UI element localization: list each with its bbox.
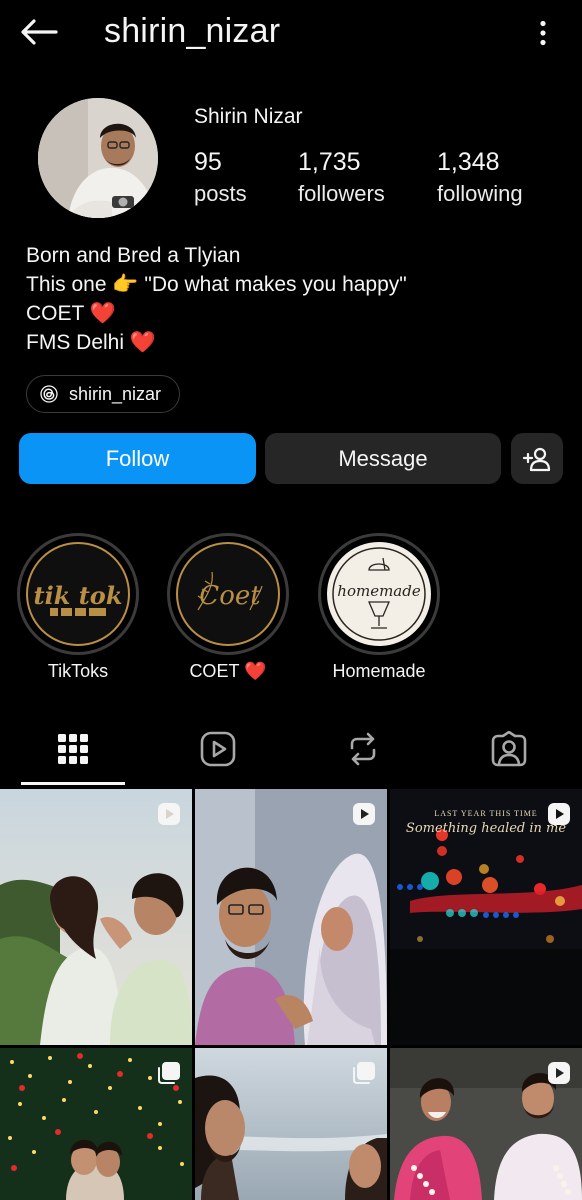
threads-profile-link[interactable]: shirin_nizar: [26, 375, 181, 413]
profile-full-name: Shirin Nizar: [194, 105, 303, 128]
post-tile[interactable]: [390, 1048, 582, 1200]
tab-tagged[interactable]: [457, 716, 561, 782]
highlight-cover-ring: Coet: [167, 533, 289, 655]
highlight-tiktoks[interactable]: tik tok TikToks: [17, 533, 139, 682]
add-user-icon: [522, 447, 551, 471]
highlight-label: Homemade: [332, 661, 426, 681]
followers-count[interactable]: 1,735 followers: [298, 148, 385, 207]
bio-line: FMS Delhi ❤️: [26, 328, 407, 357]
bio-line: This one 👉 "Do what makes you happy": [26, 270, 407, 299]
highlight-cover: tik tok: [26, 542, 130, 646]
arrow-left-icon: [21, 19, 58, 45]
bio-line-text: This one 👉 "Do what makes you happy": [26, 273, 407, 296]
highlight-cover-ring: homemade: [318, 533, 440, 655]
grid-icon: [58, 734, 88, 764]
posts-count-label: posts: [194, 181, 247, 206]
followers-count-label: followers: [298, 181, 385, 206]
post-tile[interactable]: LAST YEAR THIS TIME Something healed in …: [390, 789, 582, 1045]
more-vertical-icon: [540, 20, 546, 46]
highlight-cover: Coet: [176, 542, 280, 646]
highlight-label: COET ❤️: [167, 661, 289, 682]
post-tile[interactable]: [195, 1048, 387, 1200]
tab-reels[interactable]: [166, 716, 270, 782]
posts-count[interactable]: 95 posts: [194, 148, 247, 207]
carousel-badge-icon: [353, 1062, 375, 1084]
tab-reposts[interactable]: [311, 716, 415, 782]
highlight-homemade[interactable]: homemade Homemade: [318, 533, 440, 682]
highlight-cover: homemade: [327, 542, 431, 646]
highlight-cover-ring: tik tok: [17, 533, 139, 655]
repost-icon: [350, 732, 376, 766]
reel-badge-icon: [548, 803, 570, 825]
post-thumbnail: [0, 789, 192, 1045]
heart-emoji: ❤️: [89, 302, 116, 325]
highlight-cover-text: tik tok: [34, 581, 123, 610]
following-count[interactable]: 1,348 following: [437, 148, 523, 207]
heart-emoji: ❤️: [244, 661, 267, 681]
more-options-button[interactable]: [528, 16, 558, 50]
top-bar: shirin_nizar: [0, 0, 582, 66]
heart-emoji: ❤️: [129, 331, 157, 354]
reel-badge-icon: [158, 803, 180, 825]
threads-handle: shirin_nizar: [69, 383, 162, 404]
suggested-users-button[interactable]: [511, 433, 563, 484]
reels-icon: [200, 731, 236, 767]
threads-icon: [39, 384, 59, 404]
avatar-photo: [38, 98, 158, 218]
profile-content-tabs: [0, 716, 582, 785]
bio-line-text: Born and Bred a Tlyian: [26, 244, 241, 267]
followers-count-value: 1,735: [298, 148, 361, 176]
profile-bio: Born and Bred a Tlyian This one 👉 "Do wh…: [26, 241, 407, 357]
highlight-label: TikToks: [47, 661, 109, 681]
highlight-cover-text: homemade: [337, 582, 421, 600]
post-thumbnail: [195, 789, 387, 1045]
follow-button[interactable]: Follow: [19, 433, 256, 484]
profile-avatar[interactable]: [38, 98, 158, 218]
back-button[interactable]: [18, 14, 60, 50]
highlight-label-text: COET: [189, 661, 245, 681]
posts-count-value: 95: [194, 148, 222, 176]
reel-badge-icon: [548, 1062, 570, 1084]
highlight-coet[interactable]: Coet COET ❤️: [167, 533, 289, 682]
following-count-label: following: [437, 181, 523, 206]
tagged-user-icon: [491, 731, 527, 767]
bio-line: Born and Bred a Tlyian: [26, 241, 407, 270]
post-tile[interactable]: [0, 1048, 192, 1200]
profile-username: shirin_nizar: [104, 12, 281, 50]
post-tile[interactable]: [0, 789, 192, 1045]
reel-badge-icon: [353, 803, 375, 825]
post-tile[interactable]: [195, 789, 387, 1045]
active-tab-indicator: [21, 782, 125, 785]
bio-line: COET ❤️: [26, 299, 407, 328]
bio-line-text: COET: [26, 302, 90, 325]
carousel-badge-icon: [158, 1062, 180, 1084]
following-count-value: 1,348: [437, 148, 500, 176]
bio-line-text: FMS Delhi: [26, 331, 130, 354]
tab-posts-grid[interactable]: [21, 716, 125, 782]
message-button[interactable]: Message: [265, 433, 501, 484]
